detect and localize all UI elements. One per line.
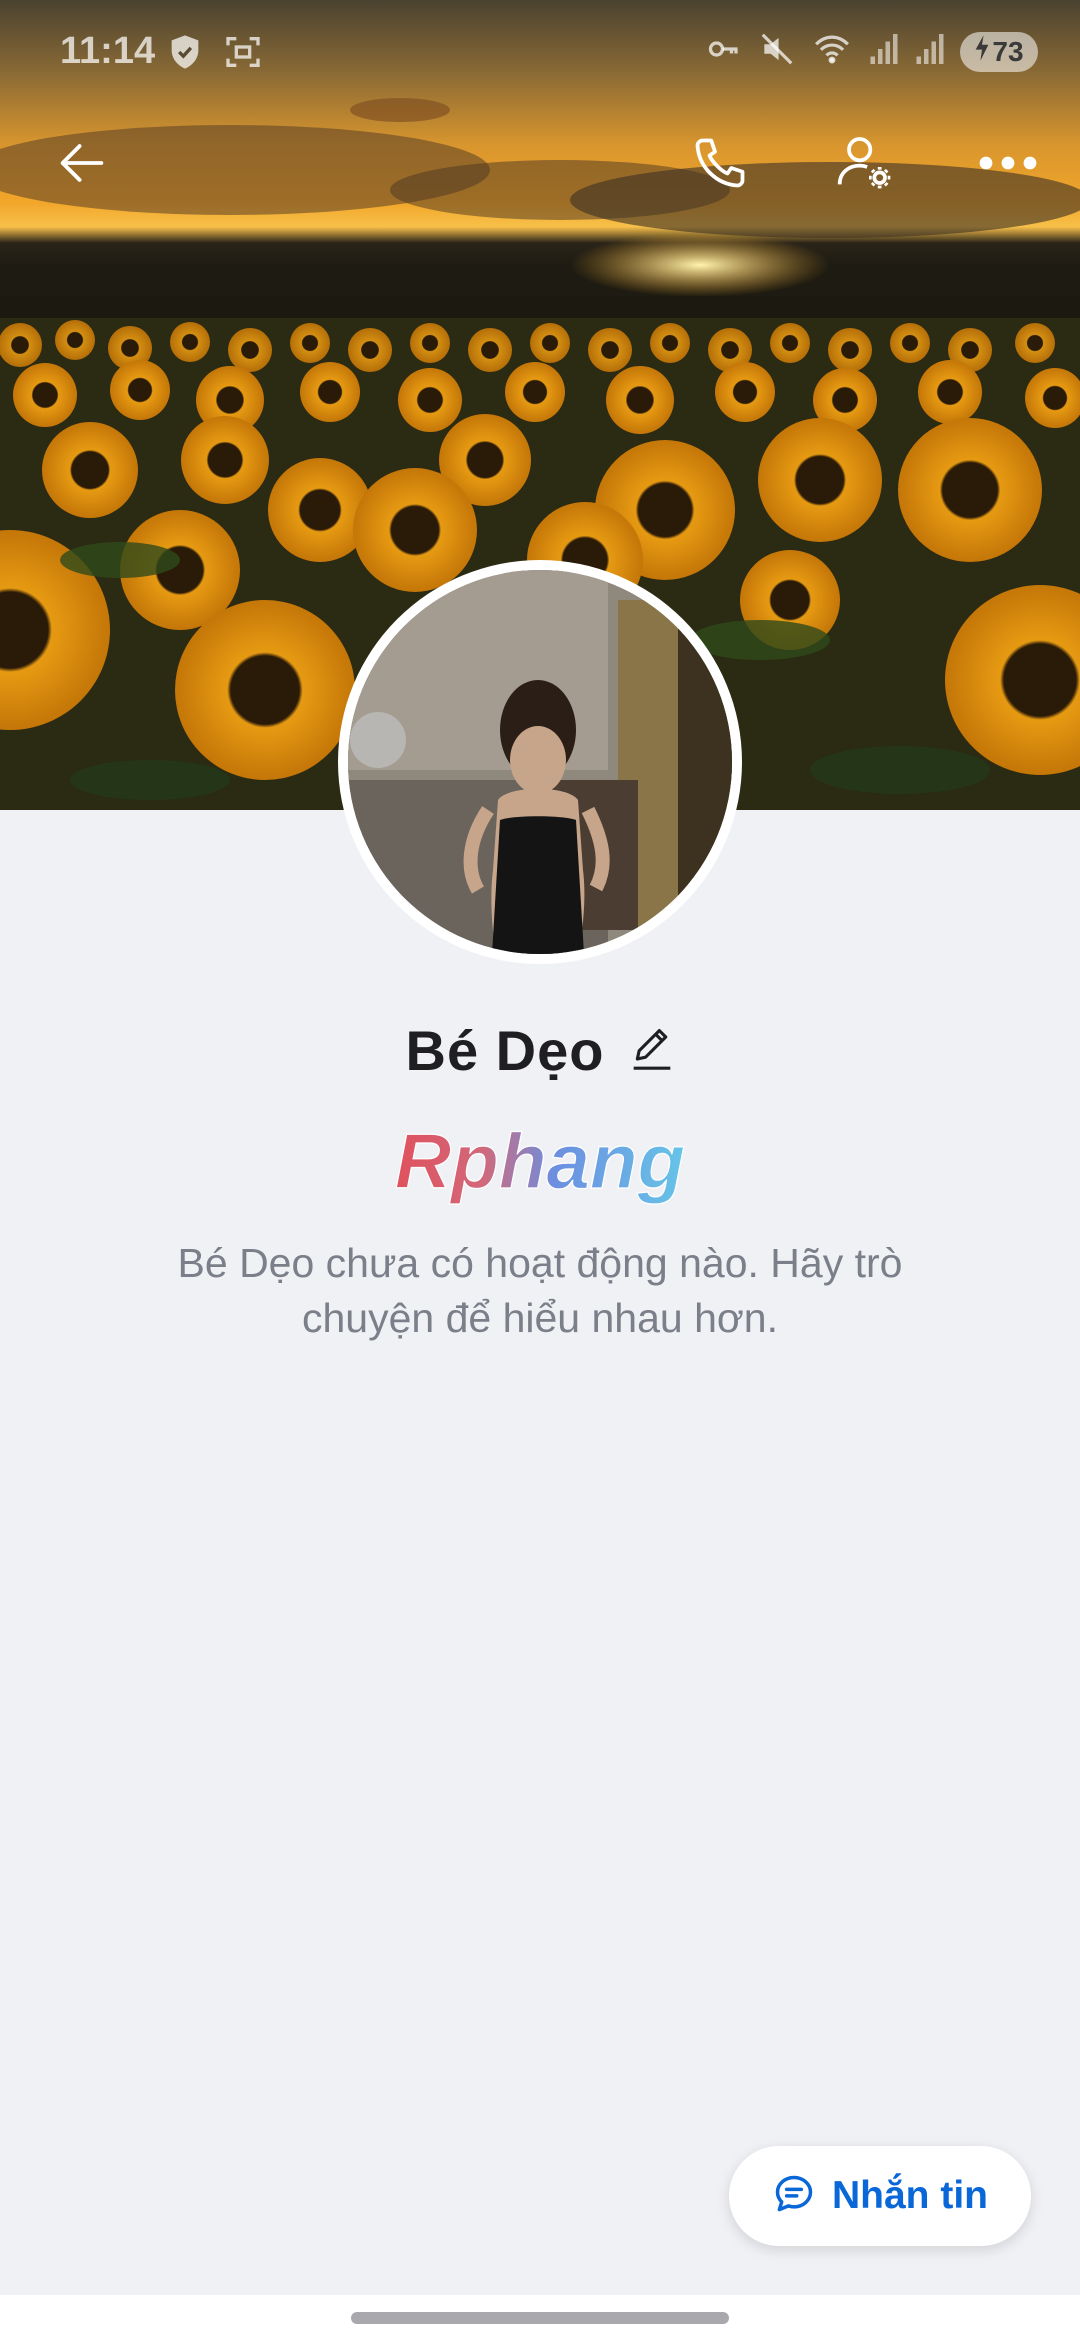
signal-icon [868,31,900,72]
user-settings-icon [833,131,897,200]
home-indicator[interactable] [351,2312,729,2324]
phone-icon [690,133,750,198]
battery-level: 73 [992,35,1024,67]
status-time: 11:14 [60,30,156,72]
profile-name-row: Bé Dẹo [0,1018,1080,1083]
key-icon [704,31,744,72]
message-button[interactable]: Nhắn tin [729,2146,1031,2246]
status-bar: 11:14 73 [0,0,1080,110]
more-horizontal-icon [978,153,1038,178]
wifi-icon [810,30,854,73]
message-button-label: Nhắn tin [832,2174,988,2217]
avatar-photo [348,570,732,954]
avatar[interactable] [338,560,742,964]
battery-indicator: 73 [960,31,1038,72]
back-button[interactable] [42,125,122,205]
shield-check-icon [165,32,205,77]
profile-name: Bé Dẹo [405,1019,605,1082]
arrow-left-icon [53,134,111,197]
mute-icon [758,30,796,73]
call-button[interactable] [680,125,760,205]
chat-bubble-icon [772,2172,816,2221]
empty-state-text: Bé Dẹo chưa có hoạt động nào. Hãy trò ch… [177,1240,903,1341]
svg-text:Rphang: Rphang [395,1120,685,1205]
battery-charging-icon [974,35,990,68]
user-settings-button[interactable] [825,125,905,205]
screenshot-icon [223,32,263,77]
pencil-icon[interactable] [630,1024,674,1077]
gesture-bar [0,2295,1080,2340]
signal-icon [914,31,946,72]
more-button[interactable] [968,125,1048,205]
watermark-logo: Rphang [0,1116,1080,1215]
